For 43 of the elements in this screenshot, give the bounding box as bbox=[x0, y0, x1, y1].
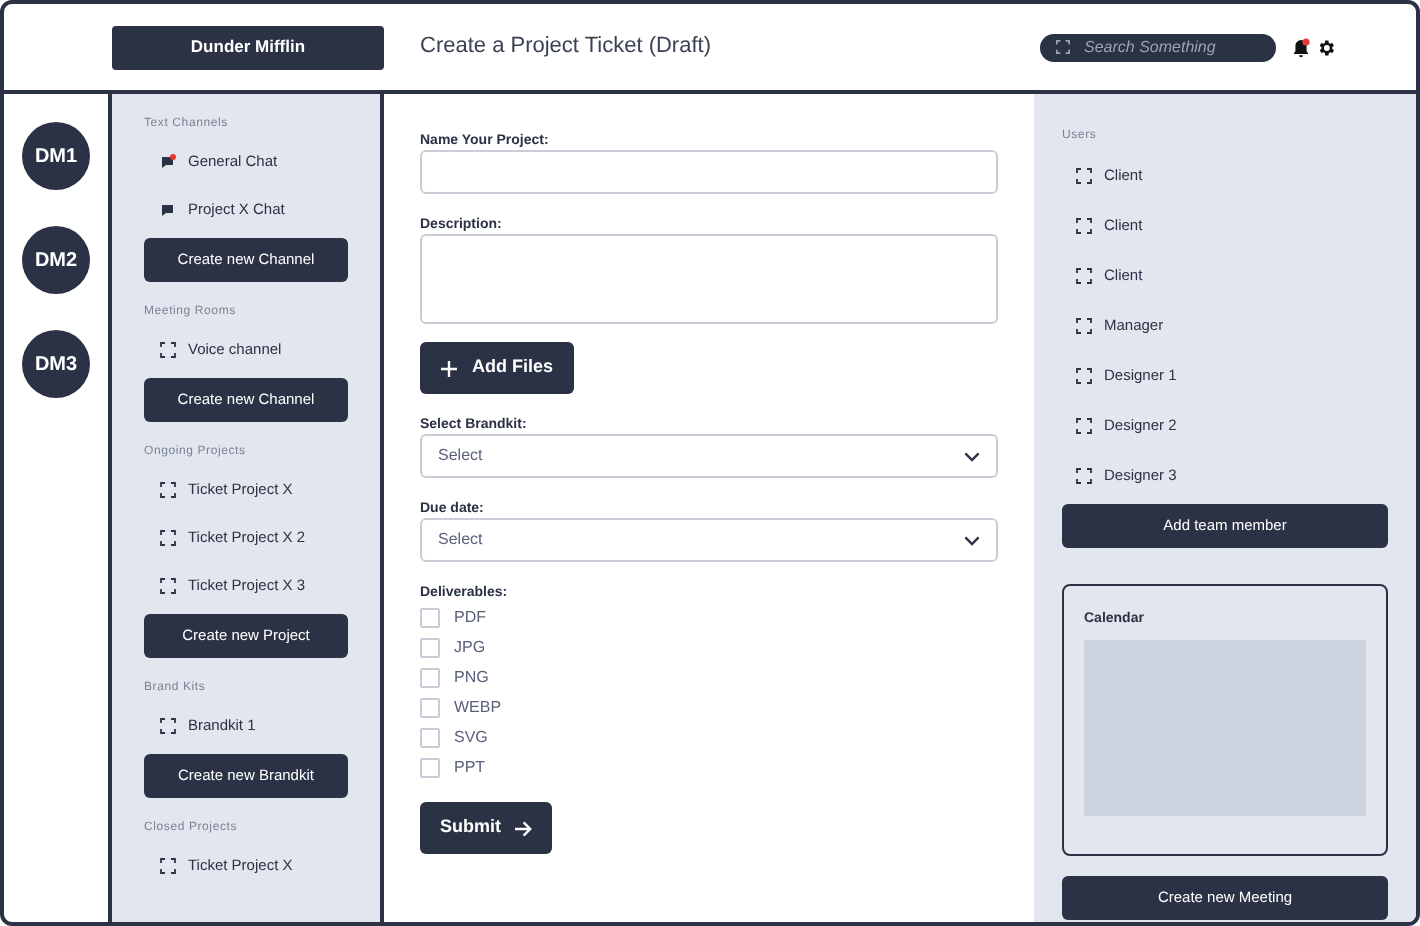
arrow-icon bbox=[513, 819, 531, 837]
submit-button[interactable]: Submit bbox=[420, 802, 551, 854]
placeholder-icon bbox=[1076, 367, 1092, 383]
text-input-field[interactable] bbox=[420, 150, 998, 194]
chevron-icon bbox=[964, 451, 980, 461]
checkbox-label: JPG bbox=[454, 636, 486, 660]
plus-icon bbox=[440, 359, 458, 377]
avatar-button[interactable]: DM3 bbox=[22, 330, 90, 398]
checkbox-label: WEBP bbox=[454, 696, 502, 720]
checkbox-label: PNG bbox=[454, 666, 489, 690]
page-title: Create a Project Ticket (Draft) bbox=[420, 32, 711, 63]
checkbox-label: PPT bbox=[454, 756, 486, 780]
checkbox[interactable] bbox=[420, 637, 440, 657]
placeholder-icon bbox=[160, 578, 176, 594]
checkbox[interactable] bbox=[420, 667, 440, 687]
add-files-button[interactable]: Add Files bbox=[420, 342, 574, 394]
select-field[interactable]: Select bbox=[420, 518, 998, 562]
placeholder-icon bbox=[160, 482, 176, 498]
checkbox-label: SVG bbox=[454, 726, 488, 750]
placeholder-icon bbox=[1076, 317, 1092, 333]
placeholder-icon bbox=[1076, 267, 1092, 283]
placeholder-icon bbox=[160, 530, 176, 546]
checkbox[interactable] bbox=[420, 727, 440, 747]
brand-label: Dunder Mifflin bbox=[112, 25, 384, 69]
chevron-icon bbox=[964, 535, 980, 545]
placeholder-icon bbox=[160, 858, 176, 874]
checkbox[interactable] bbox=[420, 757, 440, 777]
placeholder-icon bbox=[1076, 217, 1092, 233]
avatar-button[interactable]: DM1 bbox=[22, 122, 90, 190]
placeholder-icon bbox=[160, 342, 176, 358]
select-field[interactable]: Select bbox=[420, 434, 998, 478]
search-field[interactable]: Search Something bbox=[1040, 33, 1276, 61]
placeholder-icon bbox=[1076, 467, 1092, 483]
textarea-field[interactable] bbox=[420, 234, 998, 324]
placeholder-icon bbox=[1076, 417, 1092, 433]
placeholder-icon bbox=[160, 718, 176, 734]
checkbox[interactable] bbox=[420, 697, 440, 717]
checkbox[interactable] bbox=[420, 607, 440, 627]
settings-icon[interactable] bbox=[1316, 37, 1336, 57]
bell-icon[interactable] bbox=[1292, 37, 1310, 57]
checkbox-label: PDF bbox=[454, 606, 486, 630]
avatar-button[interactable]: DM2 bbox=[22, 226, 90, 294]
placeholder-icon bbox=[1076, 167, 1092, 183]
